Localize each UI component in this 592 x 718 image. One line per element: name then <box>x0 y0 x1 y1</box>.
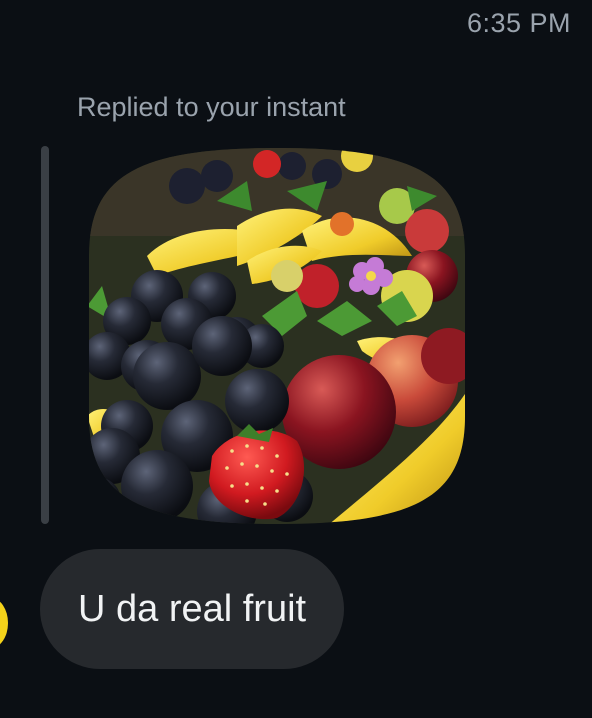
sender-avatar[interactable] <box>0 598 8 648</box>
reply-context-label: Replied to your instant <box>77 92 346 122</box>
message-timestamp: 6:35 PM <box>466 8 571 38</box>
reply-quote-bar <box>41 146 49 524</box>
instant-photo[interactable] <box>87 146 467 526</box>
message-text: U da real fruit <box>78 587 307 630</box>
message-bubble[interactable]: U da real fruit <box>40 549 345 669</box>
